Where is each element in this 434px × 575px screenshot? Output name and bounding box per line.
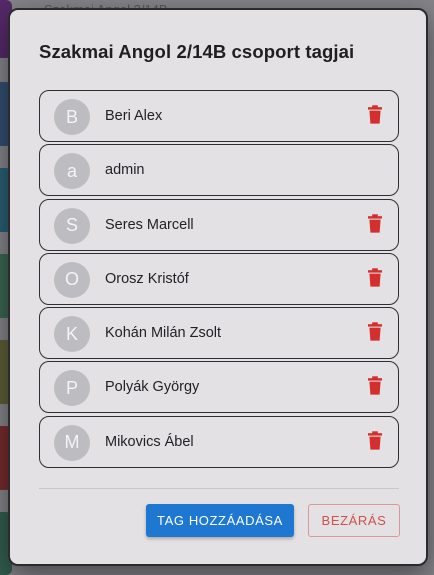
member-name: Polyák György	[105, 379, 200, 396]
member-name: Beri Alex	[105, 108, 163, 124]
delete-member-button[interactable]	[364, 376, 386, 400]
member-avatar: O	[54, 261, 90, 298]
delete-member-button[interactable]	[364, 322, 386, 346]
member-row: K Kohán Milán Zsolt	[39, 307, 399, 360]
trash-icon	[367, 322, 383, 346]
trash-icon	[367, 105, 383, 129]
group-members-dialog: Szakmai Angol 2/14B csoport tagjai B Beri…	[8, 8, 428, 566]
member-list: B Beri Alex a admin S Seres Marcell O Orosz Kri…	[39, 90, 399, 470]
delete-member-button[interactable]	[364, 431, 386, 455]
member-name: Kohán Milán Zsolt	[105, 325, 222, 342]
trash-icon	[367, 376, 383, 400]
member-avatar: P	[54, 370, 90, 407]
trash-icon	[367, 431, 383, 455]
member-name: Seres Marcell	[105, 216, 194, 233]
delete-member-button[interactable]	[364, 213, 386, 238]
trash-icon	[367, 213, 383, 238]
member-row: P Polyák György	[39, 361, 399, 414]
dialog-divider	[39, 488, 399, 489]
trash-icon	[367, 268, 383, 292]
member-avatar: S	[54, 207, 90, 244]
member-avatar: B	[54, 99, 90, 135]
member-row: a admin	[39, 144, 399, 197]
member-row: M Mikovics Ábel	[39, 415, 399, 468]
member-avatar: M	[54, 424, 90, 461]
member-avatar: K	[54, 316, 90, 353]
member-row: O Orosz Kristóf	[39, 252, 399, 305]
member-row: B Beri Alex	[39, 90, 399, 142]
member-name: admin	[105, 162, 145, 179]
member-name: Orosz Kristóf	[105, 270, 189, 287]
member-name: Mikovics Ábel	[105, 433, 194, 450]
dialog-title: Szakmai Angol 2/14B csoport tagjai	[39, 41, 355, 62]
member-row: S Seres Marcell	[39, 198, 399, 251]
add-member-button[interactable]: TAG HOZZÁADÁSA	[146, 504, 294, 537]
delete-member-button[interactable]	[364, 105, 386, 129]
member-avatar: a	[54, 153, 90, 190]
delete-member-button[interactable]	[364, 268, 386, 292]
close-button[interactable]: BEZÁRÁS	[308, 504, 400, 537]
